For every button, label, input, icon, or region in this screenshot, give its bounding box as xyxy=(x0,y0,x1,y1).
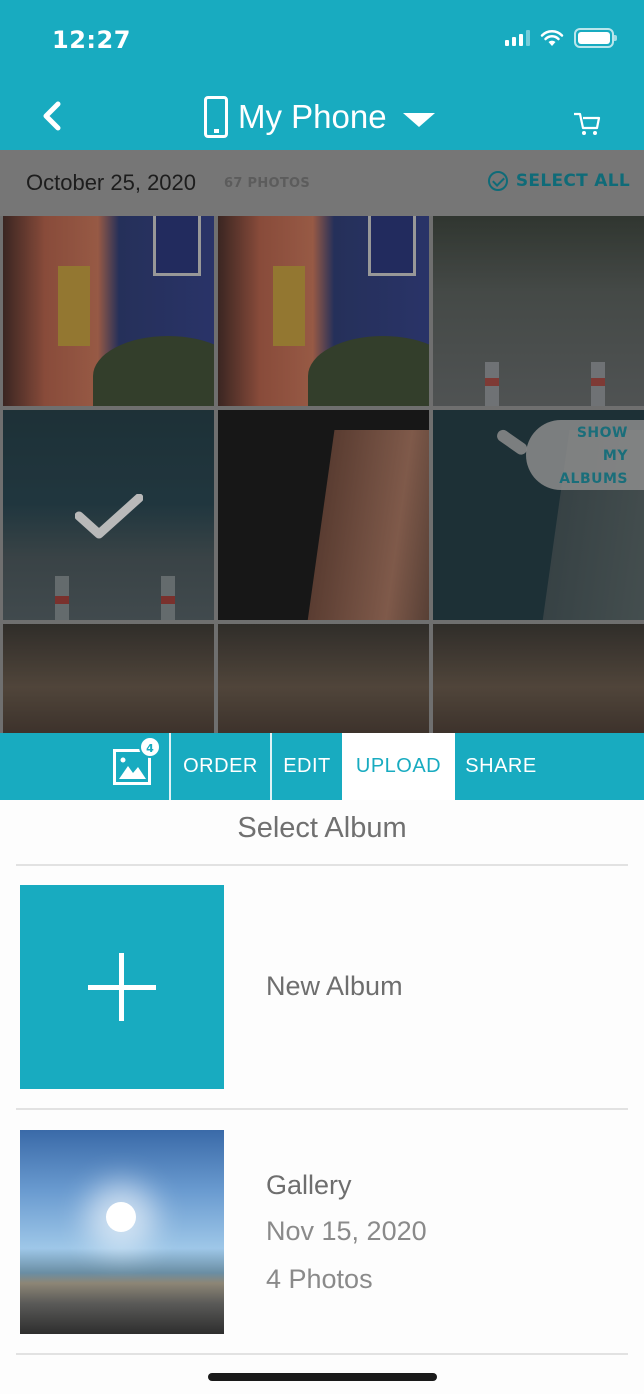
wifi-icon xyxy=(540,30,564,46)
photo-tile[interactable] xyxy=(218,216,429,406)
caret-down-icon xyxy=(402,113,435,127)
section-date: October 25, 2020 xyxy=(26,170,197,195)
album-list-item[interactable]: Gallery Nov 15, 2020 4 Photos xyxy=(0,1130,644,1336)
album-name: Gallery xyxy=(266,1170,352,1200)
battery-icon xyxy=(574,28,617,48)
page-title: My Phone xyxy=(238,98,387,135)
album-thumbnail xyxy=(20,1130,224,1334)
select-all-button[interactable]: SELECT ALL xyxy=(487,171,630,191)
photo-tile[interactable] xyxy=(433,216,644,406)
phone-icon xyxy=(204,96,228,138)
divider xyxy=(16,1353,628,1355)
tab-edit[interactable]: EDIT xyxy=(272,733,342,800)
tab-share[interactable]: SHARE xyxy=(455,733,547,800)
divider xyxy=(16,864,628,866)
new-album-row[interactable]: New Album xyxy=(0,885,644,1091)
photo-count: 67 PHOTOS xyxy=(224,175,311,191)
photo-tile-selected[interactable] xyxy=(3,410,214,620)
select-album-title: Select Album xyxy=(237,812,407,844)
photo-tile[interactable] xyxy=(3,624,214,733)
photo-tile[interactable] xyxy=(3,216,214,406)
new-album-thumb xyxy=(20,885,224,1089)
show-albums-line: ALBUMS xyxy=(559,471,628,487)
home-indicator[interactable] xyxy=(208,1373,437,1381)
album-photo-count: 4 Photos xyxy=(266,1264,373,1294)
date-header: October 25, 2020 67 PHOTOS SELECT ALL xyxy=(0,150,644,216)
new-album-label: New Album xyxy=(266,971,403,1001)
select-all-label: SELECT ALL xyxy=(515,171,630,191)
photo-tile[interactable] xyxy=(218,410,429,620)
status-time: 12:27 xyxy=(52,26,131,54)
divider xyxy=(16,1108,628,1110)
cart-button[interactable] xyxy=(572,108,602,138)
tab-order[interactable]: ORDER xyxy=(171,733,272,800)
header: 12:27 My Phone xyxy=(0,0,644,150)
tab-upload[interactable]: UPLOAD xyxy=(342,733,455,800)
source-dropdown[interactable]: My Phone xyxy=(204,96,435,138)
circle-check-icon xyxy=(487,171,508,191)
photo-grid-area: October 25, 2020 67 PHOTOS SELECT ALL SH… xyxy=(0,150,644,733)
back-button[interactable] xyxy=(38,98,66,134)
show-my-albums-button[interactable]: SHOW MY ALBUMS xyxy=(526,420,644,490)
album-date: Nov 15, 2020 xyxy=(266,1216,427,1246)
checkmark-icon xyxy=(75,494,143,539)
selected-photos-button[interactable]: 4 xyxy=(0,733,171,800)
photo-tile[interactable] xyxy=(218,624,429,733)
action-toolbar: 4 ORDER EDIT UPLOAD SHARE xyxy=(0,733,644,800)
signal-icon xyxy=(505,30,530,46)
show-albums-line: SHOW xyxy=(576,425,628,441)
status-icons xyxy=(505,28,617,48)
app-screen: 12:27 My Phone October 25, 2020 67 PHOTO… xyxy=(0,0,644,1394)
photo-tile[interactable] xyxy=(433,624,644,733)
show-albums-line: MY xyxy=(602,448,628,464)
selected-count-badge: 4 xyxy=(139,736,161,758)
